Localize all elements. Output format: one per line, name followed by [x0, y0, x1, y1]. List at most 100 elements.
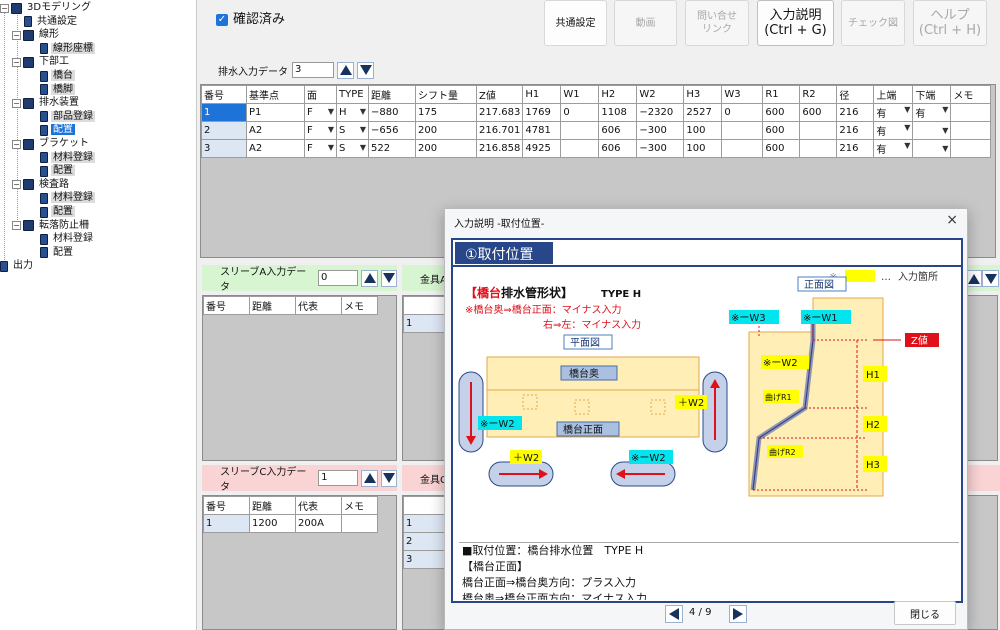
table-row[interactable]: 1 P1 F ▼ H ▼ −880 175 217.683 1769 0 1108 −2320 2527 0… — [201, 103, 992, 122]
table-cell[interactable]: F ▼ — [304, 139, 337, 158]
table-cell[interactable]: A2 — [246, 139, 305, 158]
table-cell[interactable]: −300 — [636, 121, 685, 140]
tree-item[interactable]: − 排水装置 — [12, 96, 81, 110]
table-cell[interactable] — [799, 121, 838, 140]
tree-item[interactable]: 配置 — [28, 205, 75, 219]
tree-item[interactable]: − ブラケット — [12, 137, 91, 151]
column-header[interactable]: Z値 — [475, 85, 524, 104]
row-number[interactable]: 1 — [403, 514, 450, 533]
table-cell[interactable]: 0 — [560, 103, 600, 122]
dropdown-arrow-icon[interactable]: ▼ — [360, 107, 366, 116]
table-row[interactable]: 1 1200 200A — [203, 514, 378, 533]
table-cell[interactable]: 217.683 — [475, 103, 524, 122]
collapse-toggle-icon[interactable]: − — [12, 98, 21, 108]
drain-count-down-button[interactable] — [357, 61, 374, 79]
table-cell[interactable]: 200 — [415, 139, 477, 158]
tree-item[interactable]: 配置 — [28, 164, 75, 178]
collapse-toggle-icon[interactable]: − — [12, 57, 21, 67]
tree-item[interactable]: 材料登録 — [28, 191, 95, 205]
sleeve-a-count-input[interactable]: 0 — [318, 270, 359, 286]
next-page-button[interactable] — [729, 605, 747, 623]
table-cell[interactable]: 1200 — [249, 514, 296, 533]
table-cell[interactable]: ▼ — [912, 121, 952, 140]
collapse-toggle-icon[interactable]: − — [12, 221, 21, 231]
column-header[interactable]: TYPE — [336, 85, 369, 104]
sleeve-c-down-button[interactable] — [380, 469, 398, 487]
table-cell[interactable]: ▼ — [912, 139, 952, 158]
table-cell[interactable]: 1769 — [522, 103, 562, 122]
tree-item[interactable]: − 線形 — [12, 28, 61, 42]
close-icon[interactable]: × — [946, 212, 958, 228]
dropdown-arrow-icon[interactable]: ▼ — [942, 105, 948, 114]
table-cell[interactable]: 4781 — [522, 121, 562, 140]
table-cell[interactable]: F ▼ — [304, 121, 337, 140]
column-header[interactable]: W1 — [560, 85, 600, 104]
collapse-toggle-icon[interactable]: − — [12, 30, 21, 40]
table-cell[interactable]: 100 — [683, 139, 723, 158]
table-cell[interactable]: 1 — [203, 514, 250, 533]
tree-item[interactable]: 線形座標 — [28, 42, 95, 56]
table-row[interactable]: 2 A2 F ▼ S ▼ −656 200 216.701 4781 606 −300 100 600 21… — [201, 121, 992, 140]
row-number[interactable]: 2 — [403, 532, 450, 551]
table-cell[interactable]: 有 ▼ — [873, 103, 914, 122]
dropdown-arrow-icon[interactable]: ▼ — [904, 123, 910, 132]
column-header[interactable]: 番号 — [201, 85, 247, 104]
common-settings-button[interactable]: 共通設定 — [544, 0, 607, 46]
input-help-button[interactable]: 入力説明 (Ctrl + G) — [757, 0, 834, 46]
confirmed-checkbox[interactable]: ✓ 確認済み — [216, 8, 285, 27]
table-cell[interactable] — [721, 121, 764, 140]
table-cell[interactable]: 2527 — [683, 103, 723, 122]
column-header[interactable]: メモ — [341, 496, 378, 515]
table-cell[interactable]: 216.701 — [475, 121, 524, 140]
dropdown-arrow-icon[interactable]: ▼ — [942, 144, 948, 153]
tree-item[interactable]: 材料登録 — [28, 151, 95, 165]
collapse-toggle-icon[interactable]: − — [12, 139, 21, 149]
column-header[interactable]: 径 — [836, 85, 875, 104]
dropdown-arrow-icon[interactable]: ▼ — [328, 107, 334, 116]
column-header[interactable]: 距離 — [368, 85, 416, 104]
column-header[interactable]: メモ — [950, 85, 992, 104]
table-cell[interactable]: 216 — [836, 121, 875, 140]
table-cell[interactable]: 600 — [762, 139, 801, 158]
table-cell[interactable]: H ▼ — [336, 103, 369, 122]
table-cell[interactable]: 有 ▼ — [873, 139, 914, 158]
dropdown-arrow-icon[interactable]: ▼ — [360, 143, 366, 152]
dropdown-arrow-icon[interactable]: ▼ — [328, 143, 334, 152]
table-cell[interactable]: −2320 — [636, 103, 685, 122]
table-cell[interactable]: 600 — [762, 121, 801, 140]
tree-item[interactable]: 共通設定 — [12, 15, 79, 29]
column-header[interactable]: シフト量 — [415, 85, 477, 104]
dropdown-arrow-icon[interactable]: ▼ — [360, 125, 366, 134]
tree-item[interactable]: − 下部工 — [12, 55, 71, 69]
check-diagram-button[interactable]: チェック図 — [841, 0, 905, 46]
table-cell[interactable]: 216 — [836, 139, 875, 158]
column-header[interactable]: H2 — [598, 85, 638, 104]
row-number[interactable]: 1 — [403, 314, 450, 333]
column-header[interactable]: 基準点 — [246, 85, 305, 104]
column-header[interactable]: 番号 — [203, 496, 250, 515]
collapse-toggle-icon[interactable]: − — [0, 3, 9, 13]
collapse-toggle-icon[interactable]: − — [12, 180, 21, 190]
dropdown-arrow-icon[interactable]: ▼ — [942, 126, 948, 135]
table-cell[interactable]: 1108 — [598, 103, 638, 122]
column-header[interactable]: W2 — [636, 85, 685, 104]
table-cell[interactable]: 522 — [368, 139, 416, 158]
close-dialog-button[interactable]: 閉じる — [894, 601, 956, 625]
drain-count-up-button[interactable] — [337, 61, 354, 79]
table-cell[interactable]: 1 — [201, 103, 247, 122]
column-header[interactable]: 下端 — [912, 85, 952, 104]
table-cell[interactable]: 606 — [598, 121, 638, 140]
column-header[interactable]: 番号 — [203, 296, 250, 315]
table-cell[interactable]: −880 — [368, 103, 416, 122]
column-header[interactable]: H1 — [522, 85, 562, 104]
drain-count-input[interactable]: 3 — [292, 62, 334, 78]
tree-item[interactable]: 橋台 — [28, 69, 75, 83]
column-header[interactable]: 距離 — [249, 496, 296, 515]
sleeve-c-grid[interactable]: 番号 距離 代表 メモ 1 1200 200A — [202, 495, 397, 630]
table-cell[interactable]: 200A — [295, 514, 342, 533]
table-cell[interactable] — [950, 121, 992, 140]
table-cell[interactable]: 606 — [598, 139, 638, 158]
tree-item[interactable]: 橋脚 — [28, 83, 75, 97]
help-text-area[interactable]: ■取付位置：橋台排水位置 TYPE H 【橋台正面】 橋台正面⇒橋台奥方向：プラス入… — [459, 542, 959, 600]
table-cell[interactable]: 有 ▼ — [873, 121, 914, 140]
